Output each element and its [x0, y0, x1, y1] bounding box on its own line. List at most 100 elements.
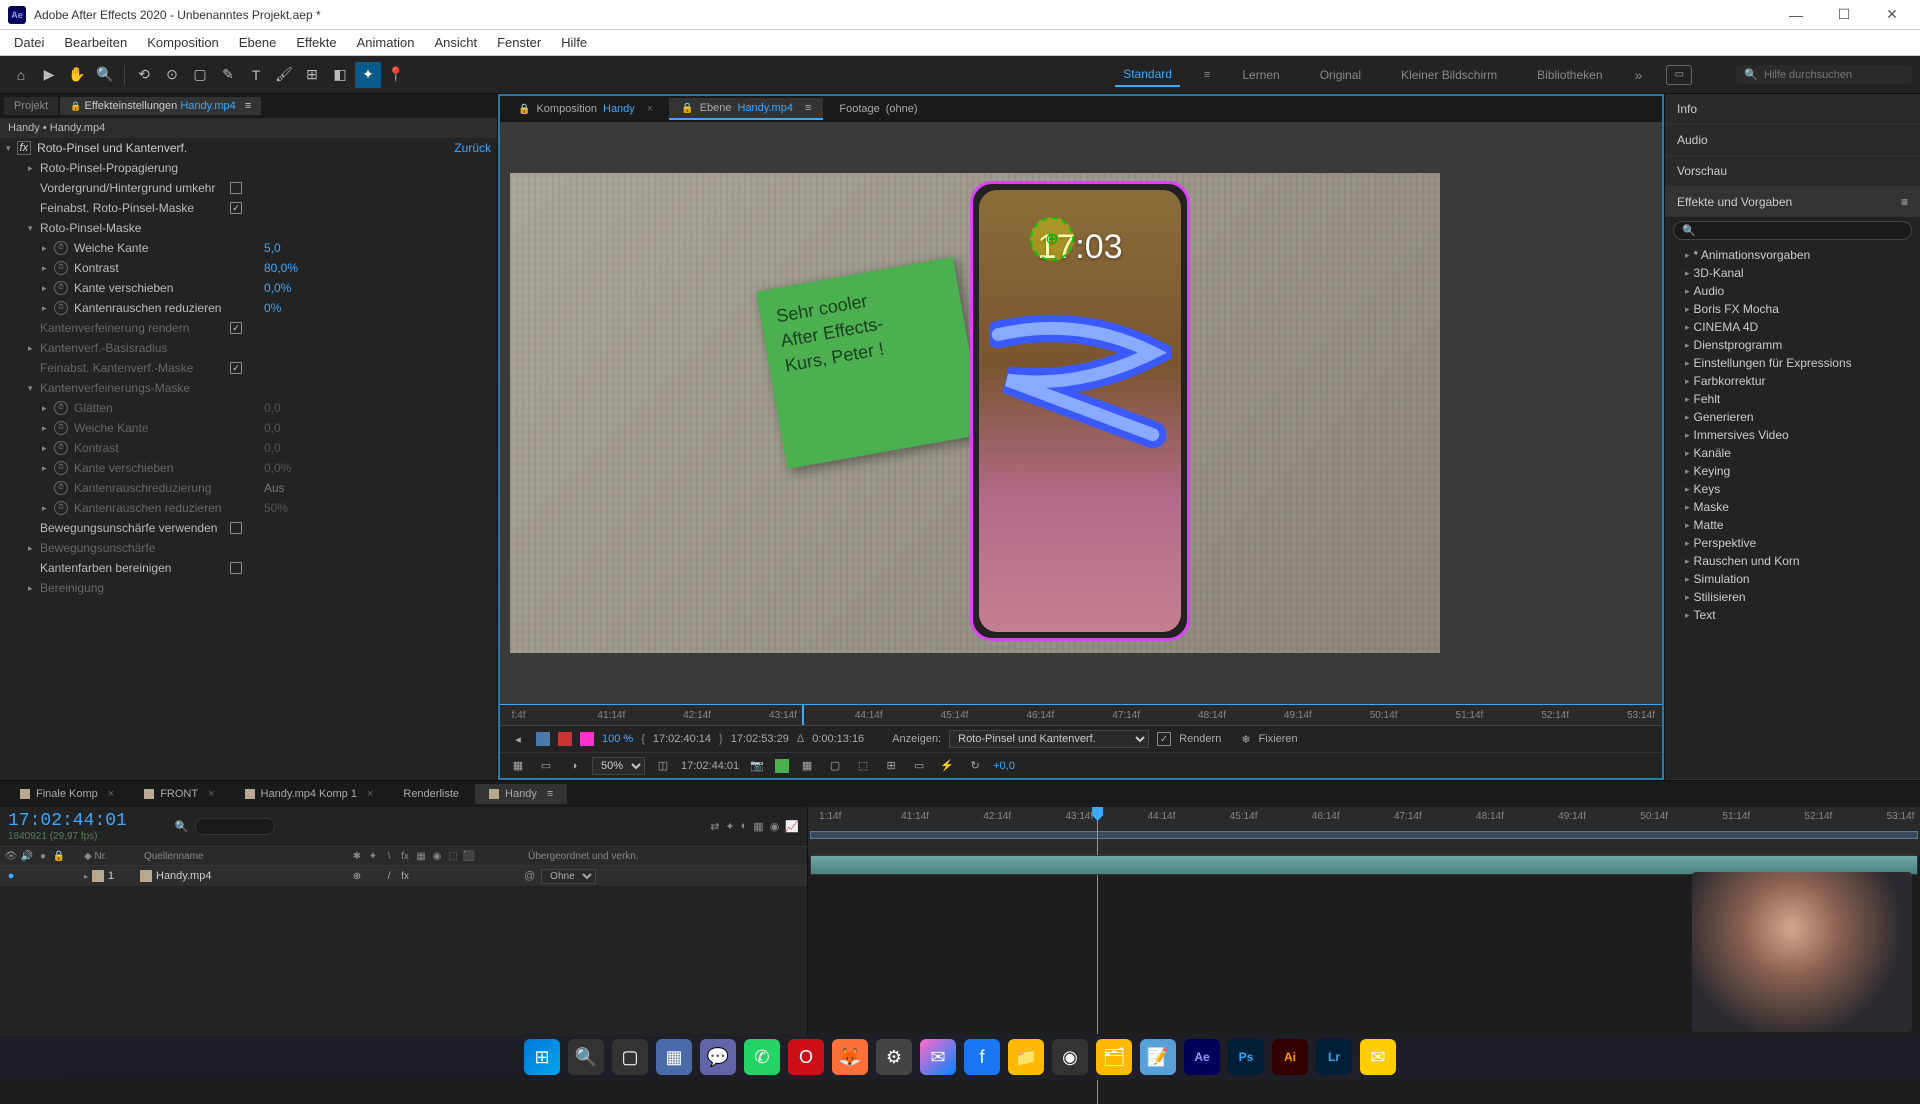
maximize-button[interactable]: ☐: [1824, 1, 1864, 29]
timeline-ruler[interactable]: 1:14f41:14f42:14f43:14f44:14f45:14f46:14…: [808, 807, 1920, 855]
taskbar-app[interactable]: ⚙: [876, 1039, 912, 1075]
magenta-channel[interactable]: [580, 732, 594, 746]
effects-category[interactable]: ▸Matte: [1665, 516, 1920, 534]
panel-vorschau[interactable]: Vorschau: [1665, 156, 1920, 186]
effects-category[interactable]: ▸Maske: [1665, 498, 1920, 516]
effects-category[interactable]: ▸Kanäle: [1665, 444, 1920, 462]
taskbar-opera[interactable]: O: [788, 1039, 824, 1075]
taskbar-photoshop[interactable]: Ps: [1228, 1039, 1264, 1075]
effect-prop[interactable]: ▸⏱Kontrast0,0: [0, 438, 497, 458]
effect-prop[interactable]: ▸⏱Kante verschieben0,0%: [0, 458, 497, 478]
taskbar-explorer[interactable]: 🗂: [1096, 1039, 1132, 1075]
tab-projekt[interactable]: Projekt: [4, 97, 58, 115]
solo-col-icon[interactable]: ●: [36, 851, 50, 862]
menu-animation[interactable]: Animation: [347, 31, 425, 54]
effect-prop[interactable]: ▸⏱Kante verschieben0,0%: [0, 278, 497, 298]
transparency-icon[interactable]: ▦: [797, 757, 817, 775]
exposure-value[interactable]: +0,0: [993, 760, 1015, 772]
layer-quality[interactable]: /: [382, 871, 396, 882]
timeline-tab[interactable]: Handy ≡: [475, 784, 567, 804]
taskbar-firefox[interactable]: 🦊: [832, 1039, 868, 1075]
taskbar-messenger[interactable]: ✉: [920, 1039, 956, 1075]
viewer-canvas[interactable]: Sehr cooler After Effects- Kurs, Peter !…: [510, 173, 1440, 653]
pen-tool[interactable]: ✎: [215, 62, 241, 88]
fast-preview-icon[interactable]: ⚡: [937, 757, 957, 775]
effects-category[interactable]: ▸* Animationsvorgaben: [1665, 246, 1920, 264]
taskbar-files[interactable]: 📁: [1008, 1039, 1044, 1075]
resolution-icon[interactable]: ◫: [653, 757, 673, 775]
current-timecode[interactable]: 17:02:44:01: [8, 811, 127, 831]
layer-name[interactable]: Handy.mp4: [156, 870, 211, 882]
eraser-tool[interactable]: ◧: [327, 62, 353, 88]
effects-category[interactable]: ▸Text: [1665, 606, 1920, 624]
effects-category[interactable]: ▸Einstellungen für Expressions: [1665, 354, 1920, 372]
current-time[interactable]: 17:02:44:01: [681, 760, 739, 772]
help-search[interactable]: 🔍: [1736, 65, 1912, 84]
hand-tool[interactable]: ✋: [64, 62, 90, 88]
panel-menu-icon[interactable]: ≡: [1901, 195, 1908, 209]
effect-prop[interactable]: ▸⏱Weiche Kante0,0: [0, 418, 497, 438]
menu-ebene[interactable]: Ebene: [229, 31, 287, 54]
label-col-icon[interactable]: ◆: [84, 851, 92, 862]
parent-select[interactable]: Ohne: [541, 869, 596, 884]
layer-switch[interactable]: ⊕: [350, 871, 364, 882]
prev-frame-icon[interactable]: ◂: [508, 730, 528, 748]
clone-tool[interactable]: ⊞: [299, 62, 325, 88]
taskbar-start[interactable]: ⊞: [524, 1039, 560, 1075]
shape-tool[interactable]: ▢: [187, 62, 213, 88]
workspace-original[interactable]: Original: [1312, 64, 1369, 86]
workspace-bibliotheken[interactable]: Bibliotheken: [1529, 64, 1610, 86]
panel-menu-icon[interactable]: ≡: [805, 102, 811, 114]
roto-percent[interactable]: 100 %: [602, 733, 633, 745]
effect-prop[interactable]: Kantenverfeinerung rendern: [0, 318, 497, 338]
effects-category[interactable]: ▸Farbkorrektur: [1665, 372, 1920, 390]
panel-audio[interactable]: Audio: [1665, 125, 1920, 155]
layer-fx[interactable]: fx: [398, 871, 412, 882]
workspace-kleiner[interactable]: Kleiner Bildschirm: [1393, 64, 1505, 86]
workspace-lernen[interactable]: Lernen: [1234, 64, 1287, 86]
layer-visibility-toggle[interactable]: ●: [4, 870, 18, 882]
effects-category[interactable]: ▸Immersives Video: [1665, 426, 1920, 444]
selection-tool[interactable]: ▶: [36, 62, 62, 88]
effect-prop[interactable]: ▸Roto-Pinsel-Propagierung: [0, 158, 497, 178]
shy-icon[interactable]: ◐: [741, 820, 748, 833]
channel-g[interactable]: [775, 759, 789, 773]
roto-brush-tool[interactable]: ✦: [355, 62, 381, 88]
red-channel[interactable]: [558, 732, 572, 746]
effects-search-input[interactable]: [1700, 225, 1903, 237]
menu-ansicht[interactable]: Ansicht: [424, 31, 487, 54]
effects-category[interactable]: ▸3D-Kanal: [1665, 264, 1920, 282]
effect-reset-link[interactable]: Zurück: [454, 141, 491, 155]
menu-fenster[interactable]: Fenster: [487, 31, 551, 54]
speaker-col-icon[interactable]: 🔊: [20, 851, 34, 862]
refresh-icon[interactable]: ↻: [965, 757, 985, 775]
taskbar-after-effects[interactable]: Ae: [1184, 1039, 1220, 1075]
fix-label[interactable]: Fixieren: [1259, 733, 1298, 745]
menu-datei[interactable]: Datei: [4, 31, 54, 54]
close-tab-icon[interactable]: ×: [647, 103, 653, 115]
effects-category[interactable]: ▸Dienstprogramm: [1665, 336, 1920, 354]
effect-prop[interactable]: ▸⏱Kantenrauschen reduzieren0%: [0, 298, 497, 318]
comp-mini-flowchart-icon[interactable]: ⇄: [710, 820, 719, 833]
orbit-tool[interactable]: ⟲: [131, 62, 157, 88]
effect-prop[interactable]: ▸⏱Weiche Kante5,0: [0, 238, 497, 258]
view-layout-icon[interactable]: ⊞: [881, 757, 901, 775]
pan-behind-tool[interactable]: ⊙: [159, 62, 185, 88]
grid-icon[interactable]: ▦: [508, 757, 528, 775]
snapping-button[interactable]: ▭: [1666, 65, 1692, 85]
effects-category[interactable]: ▸Boris FX Mocha: [1665, 300, 1920, 318]
puppet-tool[interactable]: 📍: [383, 62, 409, 88]
timeline-tab[interactable]: FRONT ×: [130, 784, 228, 804]
help-search-input[interactable]: [1764, 69, 1904, 81]
taskbar-whatsapp[interactable]: ✆: [744, 1039, 780, 1075]
type-tool[interactable]: T: [243, 62, 269, 88]
taskbar-illustrator[interactable]: Ai: [1272, 1039, 1308, 1075]
effects-category[interactable]: ▸Keys: [1665, 480, 1920, 498]
effect-prop[interactable]: ▾Roto-Pinsel-Maske: [0, 218, 497, 238]
graph-editor-icon[interactable]: 📈: [785, 820, 799, 833]
taskbar-obs[interactable]: ◉: [1052, 1039, 1088, 1075]
eye-col-icon[interactable]: 👁: [4, 851, 18, 862]
motion-blur-icon[interactable]: ◉: [770, 820, 780, 833]
taskbar-lightroom[interactable]: Lr: [1316, 1039, 1352, 1075]
home-tool[interactable]: ⌂: [8, 62, 34, 88]
